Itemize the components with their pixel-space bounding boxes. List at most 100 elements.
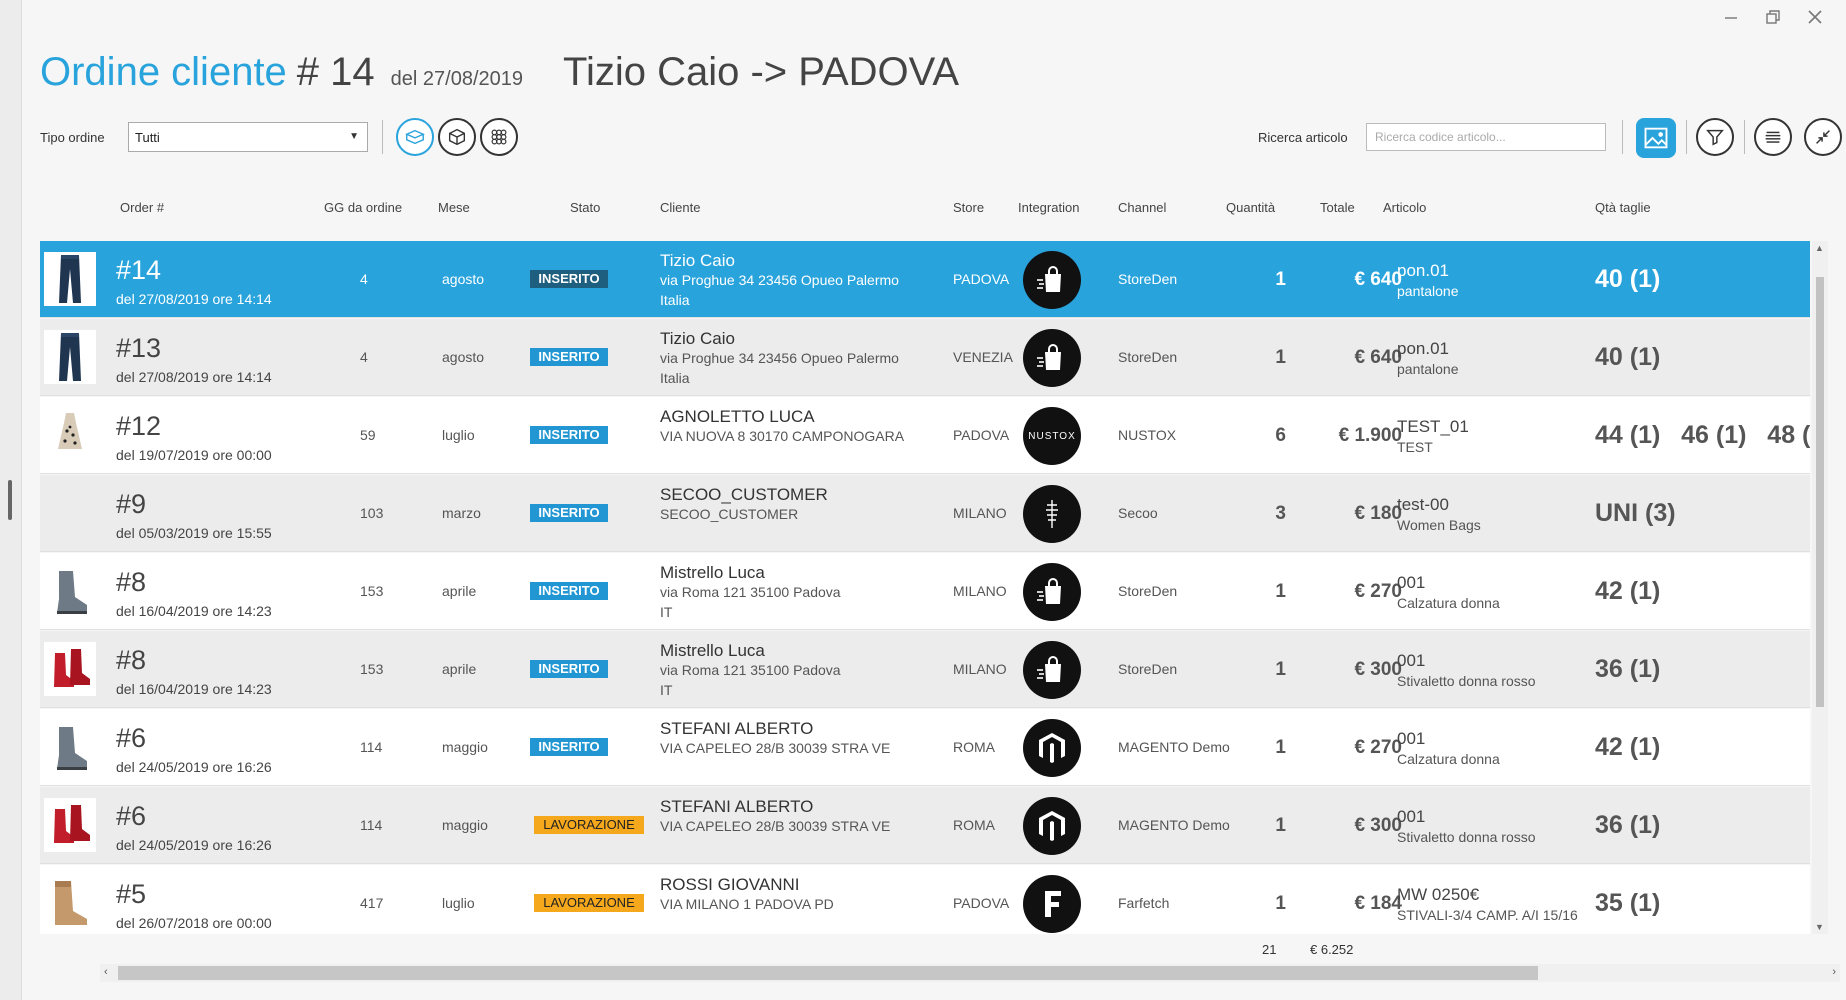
order-number: #8: [116, 567, 147, 597]
order-number: #8: [116, 645, 147, 675]
table-row[interactable]: #6 del 24/05/2019 ore 16:26 114 maggio LAVOR…: [40, 787, 1810, 864]
search-label: Ricerca articolo: [1258, 130, 1348, 145]
quantity: 1: [1275, 815, 1286, 836]
total: € 270: [1354, 737, 1402, 758]
client-country: IT: [660, 682, 673, 698]
status-badge: INSERITO: [530, 660, 608, 678]
size-quantities: 36 (1): [1595, 655, 1661, 683]
col-channel[interactable]: Channel: [1118, 200, 1166, 215]
size-quantities: UNI (3): [1595, 499, 1676, 527]
minimize-icon[interactable]: [1714, 4, 1748, 30]
client-address: VIA MILANO 1 PADOVA PD: [660, 896, 834, 912]
panel-resize-grip[interactable]: [8, 480, 12, 520]
nustox-icon: NUSTOX: [1023, 407, 1081, 465]
scroll-down-icon[interactable]: ▼: [1815, 922, 1824, 932]
search-input[interactable]: [1366, 123, 1606, 151]
col-integration[interactable]: Integration: [1018, 200, 1079, 215]
col-store[interactable]: Store: [953, 200, 984, 215]
quantity: 1: [1275, 659, 1286, 680]
store-name: PADOVA: [953, 895, 1010, 911]
days-since-order: 103: [360, 505, 384, 521]
open-box-view-button[interactable]: [396, 118, 434, 156]
table-row[interactable]: #12 del 19/07/2019 ore 00:00 59 luglio INSER…: [40, 397, 1810, 474]
article-code: 001: [1397, 651, 1426, 670]
article-description: pantalone: [1397, 283, 1459, 299]
divider: [1744, 120, 1745, 154]
article-description: Calzatura donna: [1397, 595, 1500, 611]
table-row[interactable]: #13 del 27/08/2019 ore 14:14 4 agosto INSERI…: [40, 319, 1810, 396]
order-number: #6: [116, 801, 147, 831]
magento-icon: [1023, 797, 1081, 855]
store-name: MILANO: [953, 661, 1007, 677]
window-controls: [1714, 4, 1832, 30]
order-number: #13: [116, 333, 162, 363]
order-window: Ordine cliente # 14 del 27/08/2019 Tizio…: [22, 0, 1846, 1000]
scroll-thumb[interactable]: [1816, 277, 1824, 707]
col-taglie[interactable]: Qtà taglie: [1595, 200, 1651, 215]
scroll-up-icon[interactable]: ▲: [1815, 243, 1824, 253]
order-datetime: del 27/08/2019 ore 14:14: [116, 291, 272, 307]
dress-image: [44, 408, 96, 462]
table-row[interactable]: #5 del 26/07/2018 ore 00:00 417 luglio LAVOR…: [40, 865, 1810, 934]
col-cliente[interactable]: Cliente: [660, 200, 700, 215]
restore-icon[interactable]: [1756, 4, 1790, 30]
table-row[interactable]: #14 del 27/08/2019 ore 14:14 4 agosto INSERI…: [40, 241, 1810, 318]
order-number: #9: [116, 489, 147, 519]
article-description: TEST: [1397, 439, 1433, 455]
filter-button[interactable]: [1696, 118, 1734, 156]
table-row[interactable]: #8 del 16/04/2019 ore 14:23 153 aprile INSER…: [40, 553, 1810, 630]
image-icon: [1644, 127, 1668, 149]
table-row[interactable]: #9 del 05/03/2019 ore 15:55 103 marzo INSERI…: [40, 475, 1810, 552]
days-since-order: 4: [360, 349, 368, 365]
article-code: 001: [1397, 729, 1426, 748]
col-totale[interactable]: Totale: [1320, 200, 1355, 215]
farfetch-icon: [1023, 875, 1081, 933]
box-view-button[interactable]: [438, 118, 476, 156]
col-articolo[interactable]: Articolo: [1383, 200, 1426, 215]
quantity: 1: [1275, 347, 1286, 368]
client-country: IT: [660, 604, 673, 620]
red-boot-image: [44, 798, 96, 852]
store-name: ROMA: [953, 817, 995, 833]
storeden-icon: [1023, 329, 1081, 387]
order-datetime: del 27/08/2019 ore 14:14: [116, 369, 272, 385]
col-quantita[interactable]: Quantità: [1226, 200, 1275, 215]
scroll-right-icon[interactable]: ›: [1832, 966, 1836, 978]
grid-dots-icon: [491, 129, 507, 145]
col-mese[interactable]: Mese: [438, 200, 470, 215]
vertical-scrollbar[interactable]: ▲ ▼: [1812, 241, 1828, 934]
scroll-left-icon[interactable]: ‹: [104, 966, 108, 978]
client-name: Mistrello Luca: [660, 563, 765, 582]
order-datetime: del 16/04/2019 ore 14:23: [116, 603, 272, 619]
client-name: SECOO_CUSTOMER: [660, 485, 828, 504]
close-icon[interactable]: [1798, 4, 1832, 30]
table-row[interactable]: #8 del 16/04/2019 ore 14:23 153 aprile INSER…: [40, 631, 1810, 708]
tipo-ordine-select[interactable]: Tutti ▼: [128, 122, 368, 152]
store-name: VENEZIA: [953, 349, 1013, 365]
col-gg[interactable]: GG da ordine: [324, 200, 402, 215]
total: € 270: [1354, 581, 1402, 602]
box-icon: [448, 128, 466, 146]
days-since-order: 153: [360, 661, 384, 677]
image-view-button[interactable]: [1636, 118, 1676, 158]
channel-name: Secoo: [1118, 505, 1158, 521]
scroll-thumb[interactable]: [118, 966, 1538, 980]
status-badge: INSERITO: [530, 738, 608, 756]
total: € 300: [1354, 815, 1402, 836]
status-badge: INSERITO: [530, 270, 608, 288]
list-view-button[interactable]: [1754, 118, 1792, 156]
quantity: 1: [1275, 737, 1286, 758]
client-address: SECOO_CUSTOMER: [660, 506, 799, 522]
horizontal-scrollbar[interactable]: ‹ ›: [100, 964, 1840, 982]
client-name: STEFANI ALBERTO: [660, 719, 814, 738]
red-boot-image: [44, 642, 96, 696]
collapse-button[interactable]: [1804, 118, 1842, 156]
table-row[interactable]: #6 del 24/05/2019 ore 16:26 114 maggio INSER…: [40, 709, 1810, 786]
store-name: PADOVA: [953, 427, 1010, 443]
col-stato[interactable]: Stato: [570, 200, 600, 215]
order-number: #14: [116, 255, 162, 285]
storeden-icon: [1023, 251, 1081, 309]
grid-view-button[interactable]: [480, 118, 518, 156]
article-code: MW 0250€: [1397, 885, 1480, 904]
col-order[interactable]: Order #: [120, 200, 164, 215]
